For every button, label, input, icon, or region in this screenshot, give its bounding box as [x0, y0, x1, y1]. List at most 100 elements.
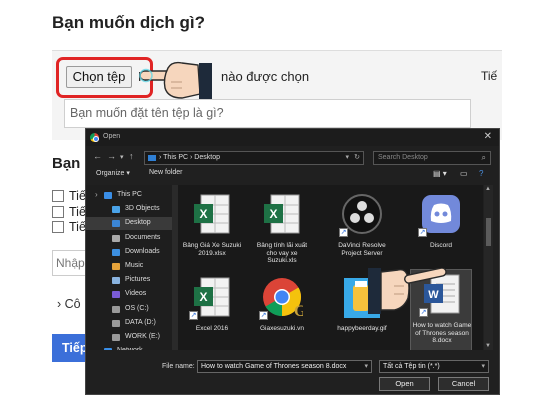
drive-icon: [112, 334, 120, 341]
dialog-toolbar: Organize ▾ New folder ▤ ▾ ▭ ?: [86, 168, 499, 182]
next-link-cut[interactable]: Tiế: [481, 69, 497, 83]
advanced-toggle[interactable]: › Cô: [57, 297, 81, 311]
section-label: Bạn: [52, 155, 81, 172]
file-type-select[interactable]: Tất cả Tệp tin (*.*) ▾: [379, 360, 489, 373]
cancel-button[interactable]: Cancel: [438, 377, 489, 391]
search-box[interactable]: Search Desktop ⌕: [373, 151, 491, 165]
nav-item[interactable]: Downloads: [86, 246, 172, 259]
scroll-down-icon[interactable]: ▼: [485, 343, 491, 349]
chevron-down-icon[interactable]: ▾: [364, 362, 368, 370]
file-label: Bảng tính lãi xuất cho vay xe Suzuki.xls: [256, 242, 308, 264]
address-bar[interactable]: › This PC › Desktop ▾ ↻: [144, 151, 364, 165]
option-label: Tiế: [69, 220, 86, 234]
nav-item[interactable]: Documents: [86, 232, 172, 245]
computer-icon: [148, 155, 156, 161]
breadcrumb: › This PC › Desktop: [159, 154, 220, 161]
chevron-down-icon[interactable]: ▾: [345, 153, 349, 161]
nav-item[interactable]: › This PC: [86, 189, 172, 202]
nav-item-label: 3D Objects: [125, 205, 160, 213]
nav-item-label: Music: [125, 262, 144, 269]
file-item[interactable]: ↗ Discord: [410, 190, 472, 270]
breadcrumb-desktop[interactable]: Desktop: [194, 154, 220, 161]
file-type-value: Tất cả Tệp tin (*.*): [383, 363, 440, 370]
shortcut-arrow-icon: ↗: [259, 311, 268, 320]
screenshot-stage: Bạn muốn dịch gì? Chọn tệp K nào được ch…: [0, 0, 550, 400]
drive-icon: [112, 305, 120, 313]
hand-pointer-icon: [368, 268, 447, 314]
file-item[interactable]: G ↗ Giaxesuzuki.vn: [251, 273, 313, 350]
option-label: Tiế: [69, 205, 86, 219]
nav-item-label: Network: [117, 347, 143, 350]
shortcut-arrow-icon: ↗: [418, 228, 427, 237]
music-icon: [112, 263, 120, 270]
nav-item[interactable]: OS (C:): [86, 303, 172, 316]
dialog-navbar: ← → ▾ ↑ › This PC › Desktop ▾ ↻ Search D…: [86, 146, 499, 168]
open-file-dialog: Open ✕ ← → ▾ ↑ › This PC › Desktop ▾ ↻ S…: [85, 128, 500, 395]
file-name-input[interactable]: Bạn muốn đặt tên tệp là gì?: [64, 99, 471, 128]
file-label: Giaxesuzuki.vn: [259, 325, 305, 332]
page-title: Bạn muốn dịch gì?: [52, 13, 205, 32]
no-file-status: nào được chọn: [221, 69, 310, 84]
file-label: Discord: [429, 242, 453, 249]
dialog-title: Open: [103, 133, 121, 140]
file-item[interactable]: X ↗ Excel 2016: [181, 273, 243, 350]
chevron-down-icon[interactable]: ▾: [481, 362, 485, 370]
back-arrow-icon[interactable]: ←: [93, 151, 102, 161]
excel-icon: X: [261, 192, 303, 238]
view-options-icon[interactable]: ▤ ▾: [433, 169, 447, 178]
documents-icon: [112, 234, 120, 242]
option-checkbox[interactable]: [52, 221, 64, 233]
nav-item-label: DATA (D:): [125, 318, 156, 326]
search-icon: ⌕: [481, 153, 486, 162]
up-arrow-icon[interactable]: ↑: [129, 151, 134, 161]
dialog-footer: File name: How to watch Game of Thrones …: [86, 354, 499, 394]
nav-item[interactable]: Videos: [86, 288, 172, 301]
file-item[interactable]: X Bảng tính lãi xuất cho vay xe Suzuki.xl…: [251, 190, 313, 270]
nav-item[interactable]: WORK (E:): [86, 331, 172, 344]
breadcrumb-this-pc[interactable]: This PC: [163, 154, 188, 161]
nav-item[interactable]: Desktop: [86, 217, 172, 231]
refresh-icon[interactable]: ↻: [354, 153, 360, 161]
nav-item-label: WORK (E:): [125, 333, 160, 340]
chevron-right-icon[interactable]: ›: [95, 190, 98, 199]
open-button[interactable]: Open: [379, 377, 430, 391]
file-label: DaVinci Resolve Project Server: [338, 242, 386, 257]
nav-item-label: Videos: [125, 290, 147, 298]
drive-icon: [112, 319, 120, 327]
nav-item-label: OS (C:): [125, 304, 149, 312]
svg-text:X: X: [269, 207, 277, 221]
nav-item[interactable]: DATA (D:): [86, 317, 172, 330]
svg-text:X: X: [199, 290, 207, 304]
nav-item-label: Desktop: [125, 219, 151, 227]
nav-item[interactable]: Pictures: [86, 274, 172, 287]
close-icon[interactable]: ✕: [484, 131, 492, 142]
file-label: Excel 2016: [195, 325, 229, 332]
help-icon[interactable]: ?: [479, 169, 483, 178]
svg-text:G: G: [294, 303, 303, 320]
pictures-icon: [112, 277, 120, 285]
nav-item[interactable]: Network: [86, 345, 172, 350]
file-item[interactable]: X Bảng Giá Xe Suzuki 2019.xlsx: [181, 190, 243, 270]
nav-item-label: Documents: [125, 233, 161, 241]
search-input[interactable]: Search Desktop: [378, 154, 428, 161]
desktop-icon: [112, 220, 120, 228]
file-label: How to watch Game of Thrones season 8.do…: [412, 322, 472, 344]
content-scrollbar[interactable]: ▲ ▼: [484, 185, 493, 350]
svg-text:X: X: [199, 207, 207, 221]
file-name-field[interactable]: How to watch Game of Thrones season 8.do…: [197, 360, 372, 373]
nav-item[interactable]: 3D Objects: [86, 203, 172, 216]
nav-item[interactable]: Music: [86, 260, 172, 273]
organize-menu[interactable]: Organize ▾: [96, 169, 130, 177]
option-checkbox[interactable]: [52, 206, 64, 218]
option-checkbox[interactable]: [52, 190, 64, 202]
scroll-thumb[interactable]: [486, 218, 491, 246]
new-folder-button[interactable]: New folder: [149, 169, 182, 176]
videos-icon: [112, 291, 120, 299]
computer-icon: [104, 192, 112, 199]
forward-arrow-icon[interactable]: →: [107, 151, 116, 161]
file-item[interactable]: ↗ DaVinci Resolve Project Server: [331, 190, 393, 270]
scroll-up-icon[interactable]: ▲: [485, 186, 491, 192]
download-icon: [112, 248, 120, 256]
chevron-down-icon[interactable]: ▾: [120, 153, 124, 161]
preview-pane-icon[interactable]: ▭: [460, 169, 468, 178]
